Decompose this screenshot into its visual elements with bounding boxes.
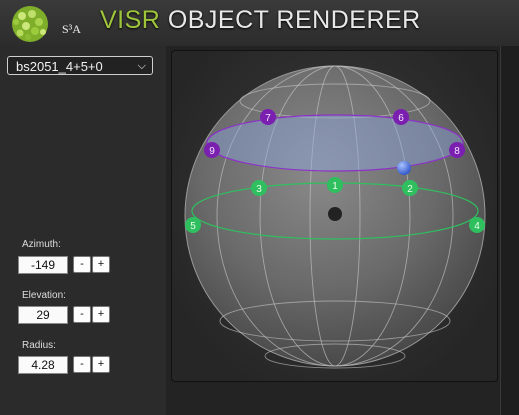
svg-text:8: 8: [454, 146, 460, 157]
azimuth-input[interactable]: -149: [18, 256, 68, 274]
svg-text:1: 1: [332, 181, 338, 192]
listener-center-marker: [328, 207, 342, 221]
speaker-3[interactable]: 3: [251, 180, 267, 196]
radius-increment-button[interactable]: +: [92, 356, 110, 373]
right-scroll-strip[interactable]: [500, 46, 519, 415]
azimuth-increment-button[interactable]: +: [92, 256, 110, 273]
speaker-6[interactable]: 6: [393, 109, 409, 125]
elevation-increment-button[interactable]: +: [92, 306, 110, 323]
speaker-1[interactable]: 1: [327, 177, 343, 193]
scene-select[interactable]: bs2051_4+5+0 ⌵: [7, 56, 153, 75]
radius-decrement-button[interactable]: -: [73, 356, 91, 373]
radius-label: Radius:: [22, 340, 56, 351]
svg-text:9: 9: [209, 146, 215, 157]
3d-viewport[interactable]: 1 2 3 4 5 6 7 8 9: [171, 50, 498, 382]
speaker-5[interactable]: 5: [185, 217, 201, 233]
speaker-2[interactable]: 2: [402, 180, 418, 196]
logo-text: S³A: [62, 22, 81, 36]
sphere-view[interactable]: 1 2 3 4 5 6 7 8 9: [172, 51, 497, 381]
app-title-rest: OBJECT RENDERER: [167, 6, 421, 34]
app-title-accent: VISR: [100, 6, 161, 34]
speaker-9[interactable]: 9: [204, 142, 220, 158]
svg-text:6: 6: [398, 113, 404, 124]
app-title: VISR OBJECT RENDERER: [100, 6, 421, 35]
svg-text:3: 3: [256, 184, 262, 195]
speaker-8[interactable]: 8: [449, 142, 465, 158]
svg-text:5: 5: [190, 221, 196, 232]
scene-select-value: bs2051_4+5+0: [16, 59, 103, 74]
control-sidebar: bs2051_4+5+0 ⌵ Azimuth: -149 - + Elevati…: [0, 46, 167, 415]
chevron-down-icon: ⌵: [137, 60, 146, 72]
app-header: S³A VISR OBJECT RENDERER: [0, 0, 519, 46]
upper-layer-ring: [206, 114, 464, 172]
speaker-4[interactable]: 4: [469, 217, 485, 233]
svg-text:4: 4: [474, 221, 480, 232]
svg-text:7: 7: [265, 113, 271, 124]
s3a-logo: S³A: [8, 2, 81, 44]
speaker-7[interactable]: 7: [260, 109, 276, 125]
azimuth-decrement-button[interactable]: -: [73, 256, 91, 273]
audio-object-marker[interactable]: [397, 161, 411, 175]
svg-text:2: 2: [407, 184, 413, 195]
elevation-label: Elevation:: [22, 290, 66, 301]
radius-input[interactable]: 4.28: [18, 356, 68, 374]
elevation-decrement-button[interactable]: -: [73, 306, 91, 323]
elevation-input[interactable]: 29: [18, 306, 68, 324]
azimuth-label: Azimuth:: [22, 239, 61, 250]
